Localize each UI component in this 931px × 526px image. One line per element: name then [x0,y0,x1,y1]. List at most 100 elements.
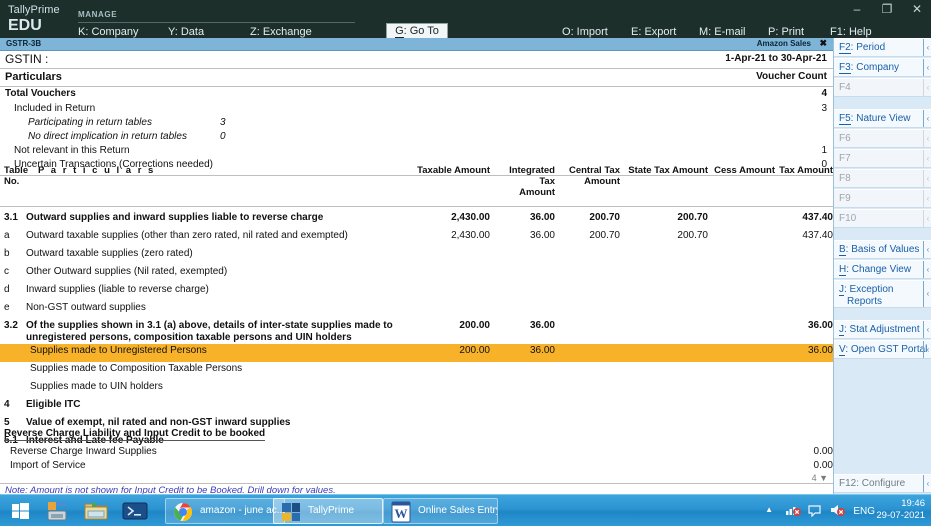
menu-import-label: : Import [570,26,608,38]
row-label: Outward taxable supplies (zero rated) [26,248,193,259]
file-explorer-icon[interactable] [80,498,114,524]
row-table-no: a [4,230,10,241]
col-integrated-tax-l3: Amount [519,187,555,198]
sidebar-button-period[interactable]: F2: Period ‹ [834,38,931,57]
summary-mid-value: 0 [220,131,226,142]
tab-title-gstr3b[interactable]: GSTR-3B [6,39,41,48]
table-row[interactable]: Supplies made to Composition Taxable Per… [0,362,833,380]
row-value: 0.00 [813,460,833,471]
menu-email[interactable]: M: E-mail [699,26,745,39]
close-icon[interactable]: ✕ [903,2,931,18]
menu-exchange-label: : Exchange [256,26,312,38]
chevron-left-icon: ‹ [923,475,931,492]
col-tax-amount: Tax Amount [779,165,833,176]
row-label: Supplies made to Unregistered Persons [30,345,207,356]
summary-row-not-relevant[interactable]: Not relevant in this Return 1 [0,145,833,160]
table-row[interactable]: Import of Service 0.00 [0,459,833,477]
row-table-no: 3.1 [4,212,18,223]
table-column-headers: Table No. P a r t i c u l a r s Taxable … [0,165,833,205]
table-row[interactable]: b Outward taxable supplies (zero rated) [0,247,833,265]
restore-icon[interactable]: ❐ [873,2,901,18]
sidebar-key: F8 [839,173,851,184]
sidebar-label: : Nature View [850,113,911,124]
app-brand: TallyPrime EDU [8,4,60,34]
col-particulars: P a r t i c u l a r s [38,165,156,176]
action-center-icon[interactable] [807,503,823,522]
menu-print[interactable]: P: Print [768,26,804,39]
sidebar-button-nature-view[interactable]: F5: Nature View ‹ [834,109,931,128]
network-warning-icon[interactable] [785,503,801,522]
gstin-row: GSTIN : 1-Apr-21 to 30-Apr-21 [0,51,833,69]
minimize-icon[interactable]: – [843,2,871,18]
table-row[interactable]: 3.2 Of the supplies shown in 3.1 (a) abo… [0,319,833,344]
summary-label: Participating in return tables [28,117,152,128]
menu-exchange[interactable]: Z: Exchange [250,26,312,39]
sidebar-button-f7: F7 ‹ [834,149,931,168]
menu-help-label: : Help [842,26,872,38]
table-row[interactable]: a Outward taxable supplies (other than z… [0,229,833,247]
sidebar-button-f4: F4 ‹ [834,78,931,97]
row-table-no: b [4,248,10,259]
row-label: Eligible ITC [26,399,81,410]
taskbar-item-tallyprime[interactable]: TallyPrime [273,498,383,524]
summary-row-participating[interactable]: Participating in return tables 3 [0,117,833,132]
show-hidden-icons-button[interactable]: ▲ [765,505,773,514]
taskbar-item-chrome[interactable]: amazon - june ac... [165,498,285,524]
language-indicator[interactable]: ENG [853,506,875,517]
row-label: Outward supplies and inward supplies lia… [26,212,324,223]
sidebar-button-open-gst-portal[interactable]: V: Open GST Portal ‹ [834,340,931,359]
sidebar-button-configure[interactable]: F12: Configure ‹ [834,474,931,493]
summary-label: Included in Return [14,103,96,114]
menu-export[interactable]: E: Export [631,26,676,39]
volume-muted-icon[interactable] [829,503,845,522]
table-row[interactable]: Supplies made to Unregistered Persons 20… [0,344,833,362]
summary-mid-value: 3 [220,117,226,128]
clock-time: 19:46 [901,498,925,509]
table-row[interactable]: 3.1 Outward supplies and inward supplies… [0,211,833,229]
table-row[interactable]: Supplies made to UIN holders [0,380,833,398]
chevron-left-icon: ‹ [923,110,931,127]
tallyprime-window: TallyPrime EDU MANAGE K: Company Y: Data… [0,0,931,526]
summary-row-total-vouchers[interactable]: Total Vouchers 4 [0,88,833,103]
sidebar-button-change-view[interactable]: H: Change View ‹ [834,260,931,279]
sidebar-button-exception-reports[interactable]: J: Exception Reports ‹ [834,280,931,308]
powershell-icon[interactable] [118,498,152,524]
menu-help[interactable]: F1: Help [830,26,872,38]
sidebar-button-stat-adjustment[interactable]: J: Stat Adjustment ‹ [834,320,931,339]
summary-row-no-direct-implication[interactable]: No direct implication in return tables 0 [0,131,833,146]
menu-import[interactable]: O: Import [562,26,608,39]
tally-icon [282,503,300,521]
table-row[interactable]: e Non-GST outward supplies [0,301,833,319]
table-row[interactable]: d Inward supplies (liable to reverse cha… [0,283,833,301]
svg-text:W: W [395,506,408,521]
chevron-left-icon: ‹ [923,241,931,258]
brand-name: TallyPrime [8,4,60,16]
chevron-left-icon: ‹ [923,321,931,338]
menu-company[interactable]: K: Company [78,26,139,39]
media-player-icon[interactable] [42,498,76,524]
menu-data[interactable]: Y: Data [168,26,204,39]
tab-close-icon[interactable]: ✖ [819,38,827,49]
sidebar-key: F12 [839,478,857,489]
table-row[interactable]: 4 Eligible ITC [0,398,833,416]
sidebar-label: : Exception [844,284,894,295]
row-label: Other Outward supplies (Nil rated, exemp… [26,266,228,277]
start-button[interactable] [4,498,38,524]
sidebar-button-basis-of-values[interactable]: B: Basis of Values ‹ [834,240,931,259]
summary-row-included-in-return[interactable]: Included in Return 3 [0,103,833,118]
col-table-no-line1: Table [4,165,29,176]
taskbar-item-word[interactable]: W Online Sales Entry... [383,498,498,524]
sidebar-button-company[interactable]: F3: Company ‹ [834,58,931,77]
reverse-charge-section-header: Reverse Charge Liability and Input Credi… [4,428,266,441]
sidebar-button-f10: F10 ‹ [834,209,931,228]
scroll-indicator[interactable]: 4 ▼ [812,473,828,483]
sidebar-key: F6 [839,133,851,144]
report-period[interactable]: 1-Apr-21 to 30-Apr-21 [725,53,827,64]
clock[interactable]: 19:46 29-07-2021 [876,498,925,522]
table-row[interactable]: c Other Outward supplies (Nil rated, exe… [0,265,833,283]
row-value: 0.00 [813,446,833,457]
divider-4 [0,206,833,207]
gstr3b-report: GSTIN : 1-Apr-21 to 30-Apr-21 Particular… [0,51,833,494]
row-state: 200.70 [677,212,708,223]
